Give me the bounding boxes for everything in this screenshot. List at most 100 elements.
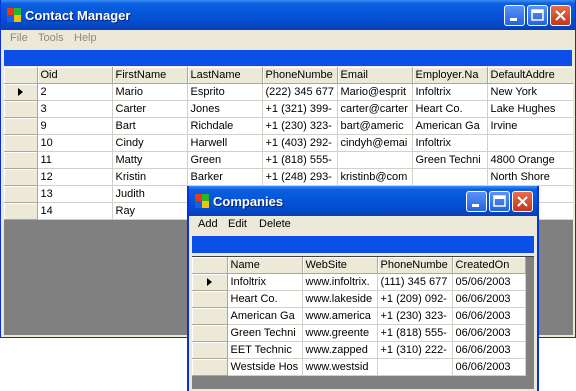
table-cell[interactable]: +1 (209) 092- bbox=[377, 290, 453, 308]
table-cell[interactable]: Esprito bbox=[187, 83, 263, 101]
table-row[interactable]: American Ga www.america +1 (230) 323- 06/06… bbox=[192, 307, 526, 325]
table-cell[interactable]: Infoltrix bbox=[412, 134, 488, 152]
companies-title-bar[interactable]: Companies bbox=[189, 186, 537, 216]
table-cell[interactable]: 06/06/2003 bbox=[452, 324, 526, 342]
table-cell[interactable]: Harwell bbox=[187, 134, 263, 152]
table-cell[interactable]: Lake Hughes bbox=[487, 100, 573, 118]
table-row[interactable]: Heart Co. www.lakeside +1 (209) 092- 06/06/… bbox=[192, 290, 526, 308]
table-cell[interactable]: EET Technic bbox=[227, 341, 303, 359]
table-cell[interactable]: Infoltrix bbox=[412, 83, 488, 101]
table-cell[interactable]: +1 (818) 555- bbox=[377, 324, 453, 342]
companies-close-button[interactable] bbox=[512, 191, 533, 212]
row-header[interactable] bbox=[4, 168, 38, 186]
column-header[interactable]: Email bbox=[337, 67, 413, 84]
table-cell[interactable]: Carter bbox=[112, 100, 188, 118]
table-cell[interactable]: +1 (310) 222- bbox=[377, 341, 453, 359]
table-row[interactable]: 3 Carter Jones +1 (321) 399- carter@carter He… bbox=[4, 100, 573, 118]
table-cell[interactable]: 4800 Orange bbox=[487, 151, 573, 169]
menu-file[interactable]: File bbox=[10, 32, 28, 44]
menu-help[interactable]: Help bbox=[74, 32, 97, 44]
table-cell[interactable]: 3 bbox=[37, 100, 113, 118]
table-row[interactable]: 12 Kristin Barker +1 (248) 293- kristinb@com… bbox=[4, 168, 573, 186]
table-cell[interactable]: +1 (818) 555- bbox=[262, 151, 338, 169]
table-cell[interactable]: 2 bbox=[37, 83, 113, 101]
table-cell[interactable]: bart@americ bbox=[337, 117, 413, 135]
table-cell[interactable]: (222) 345 677 bbox=[262, 83, 338, 101]
table-cell[interactable]: 06/06/2003 bbox=[452, 358, 526, 376]
table-cell[interactable]: 05/06/2003 bbox=[452, 273, 526, 291]
table-cell[interactable]: +1 (248) 293- bbox=[262, 168, 338, 186]
menu-add[interactable]: Add bbox=[198, 218, 218, 230]
companies-grid[interactable]: Name WebSite PhoneNumbe CreatedOn Infolt… bbox=[192, 256, 534, 389]
table-cell[interactable]: 10 bbox=[37, 134, 113, 152]
table-cell[interactable] bbox=[412, 168, 488, 186]
row-header[interactable] bbox=[4, 117, 38, 135]
maximize-button[interactable] bbox=[527, 5, 548, 26]
table-row[interactable]: 9 Bart Richdale +1 (230) 323- bart@americ Ame… bbox=[4, 117, 573, 135]
table-cell[interactable]: www.greente bbox=[302, 324, 378, 342]
table-cell[interactable] bbox=[377, 358, 453, 376]
table-cell[interactable]: carter@carter bbox=[337, 100, 413, 118]
table-row[interactable]: 2 Mario Esprito (222) 345 677 Mario@esprit In… bbox=[4, 83, 573, 101]
table-cell[interactable]: +1 (403) 292- bbox=[262, 134, 338, 152]
table-cell[interactable]: www.lakeside bbox=[302, 290, 378, 308]
minimize-button[interactable] bbox=[504, 5, 525, 26]
column-header[interactable]: PhoneNumbe bbox=[377, 257, 453, 274]
table-cell[interactable]: Richdale bbox=[187, 117, 263, 135]
column-header[interactable]: Name bbox=[227, 257, 303, 274]
table-cell[interactable]: Heart Co. bbox=[227, 290, 303, 308]
row-header[interactable] bbox=[192, 290, 228, 308]
table-cell[interactable]: www.zapped bbox=[302, 341, 378, 359]
table-row[interactable]: Infoltrix www.infoltrix. (111) 345 677 05/0… bbox=[192, 273, 526, 291]
table-cell[interactable]: +1 (321) 399- bbox=[262, 100, 338, 118]
column-header[interactable]: FirstName bbox=[112, 67, 188, 84]
table-cell[interactable]: Irvine bbox=[487, 117, 573, 135]
main-title-bar[interactable]: Contact Manager bbox=[1, 0, 575, 30]
column-header[interactable]: Oid bbox=[37, 67, 113, 84]
table-cell[interactable]: American Ga bbox=[227, 307, 303, 325]
table-cell[interactable]: Westside Hos bbox=[227, 358, 303, 376]
row-header[interactable] bbox=[192, 273, 228, 291]
row-header[interactable] bbox=[4, 185, 38, 203]
table-cell[interactable]: cindyh@emai bbox=[337, 134, 413, 152]
companies-maximize-button[interactable] bbox=[489, 191, 510, 212]
table-cell[interactable]: Barker bbox=[187, 168, 263, 186]
table-cell[interactable]: Mario@esprit bbox=[337, 83, 413, 101]
table-row[interactable]: 11 Matty Green +1 (818) 555- Green Techni 480… bbox=[4, 151, 573, 169]
table-cell[interactable]: 11 bbox=[37, 151, 113, 169]
table-cell[interactable]: New York bbox=[487, 83, 573, 101]
table-cell[interactable]: 06/06/2003 bbox=[452, 290, 526, 308]
table-cell[interactable]: +1 (230) 323- bbox=[262, 117, 338, 135]
table-cell[interactable]: 06/06/2003 bbox=[452, 307, 526, 325]
table-row[interactable]: Westside Hos www.westsid 06/06/2003 bbox=[192, 358, 526, 376]
table-cell[interactable]: Judith bbox=[112, 185, 188, 203]
table-cell[interactable]: Infoltrix bbox=[227, 273, 303, 291]
table-cell[interactable]: North Shore bbox=[487, 168, 573, 186]
menu-delete[interactable]: Delete bbox=[259, 218, 291, 230]
column-header[interactable]: Employer.Na bbox=[412, 67, 488, 84]
table-cell[interactable]: 06/06/2003 bbox=[452, 341, 526, 359]
table-cell[interactable]: 14 bbox=[37, 202, 113, 220]
table-cell[interactable]: 13 bbox=[37, 185, 113, 203]
column-header[interactable]: WebSite bbox=[302, 257, 378, 274]
table-cell[interactable]: Green Techni bbox=[227, 324, 303, 342]
table-cell[interactable]: kristinb@com bbox=[337, 168, 413, 186]
column-header[interactable]: CreatedOn bbox=[452, 257, 526, 274]
table-cell[interactable]: Matty bbox=[112, 151, 188, 169]
close-button[interactable] bbox=[550, 5, 571, 26]
table-cell[interactable]: Green Techni bbox=[412, 151, 488, 169]
table-row[interactable]: 10 Cindy Harwell +1 (403) 292- cindyh@emai In… bbox=[4, 134, 573, 152]
row-header[interactable] bbox=[4, 151, 38, 169]
table-cell[interactable]: Green bbox=[187, 151, 263, 169]
companies-minimize-button[interactable] bbox=[466, 191, 487, 212]
table-cell[interactable]: Bart bbox=[112, 117, 188, 135]
row-header[interactable] bbox=[4, 202, 38, 220]
row-header[interactable] bbox=[4, 134, 38, 152]
table-cell[interactable]: www.america bbox=[302, 307, 378, 325]
menu-tools[interactable]: Tools bbox=[38, 32, 64, 44]
table-cell[interactable]: www.westsid bbox=[302, 358, 378, 376]
table-cell[interactable]: American Ga bbox=[412, 117, 488, 135]
table-cell[interactable]: Heart Co. bbox=[412, 100, 488, 118]
row-header[interactable] bbox=[192, 358, 228, 376]
table-row[interactable]: EET Technic www.zapped +1 (310) 222- 06/06/… bbox=[192, 341, 526, 359]
